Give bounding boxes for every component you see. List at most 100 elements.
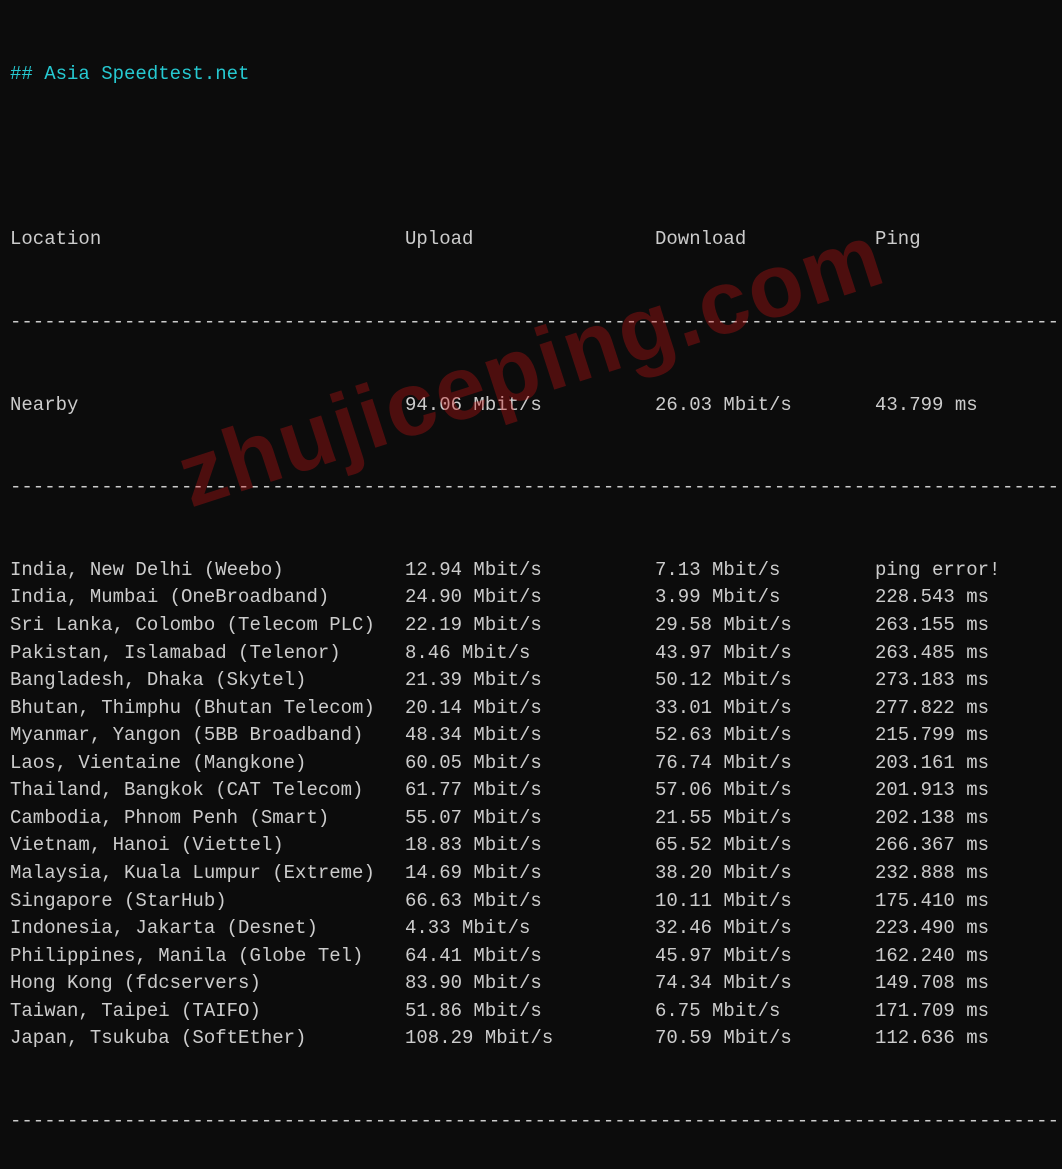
cell-location: Pakistan, Islamabad (Telenor) xyxy=(10,640,405,668)
cell-ping: 202.138 ms xyxy=(875,805,1052,833)
blank-line xyxy=(10,144,1052,172)
cell-upload: 4.33 Mbit/s xyxy=(405,915,655,943)
cell-upload: 83.90 Mbit/s xyxy=(405,970,655,998)
header-upload: Upload xyxy=(405,226,655,254)
cell-location: Hong Kong (fdcservers) xyxy=(10,970,405,998)
cell-location: Taiwan, Taipei (TAIFO) xyxy=(10,998,405,1026)
cell-location: Bangladesh, Dhaka (Skytel) xyxy=(10,667,405,695)
cell-ping: 149.708 ms xyxy=(875,970,1052,998)
header-ping: Ping xyxy=(875,226,1052,254)
table-row: Thailand, Bangkok (CAT Telecom)61.77 Mbi… xyxy=(10,777,1052,805)
cell-download: 74.34 Mbit/s xyxy=(655,970,875,998)
cell-upload: 21.39 Mbit/s xyxy=(405,667,655,695)
cell-location: Philippines, Manila (Globe Tel) xyxy=(10,943,405,971)
table-row: Hong Kong (fdcservers)83.90 Mbit/s74.34 … xyxy=(10,970,1052,998)
cell-location: India, New Delhi (Weebo) xyxy=(10,557,405,585)
cell-upload: 51.86 Mbit/s xyxy=(405,998,655,1026)
cell-download: 38.20 Mbit/s xyxy=(655,860,875,888)
cell-download: 6.75 Mbit/s xyxy=(655,998,875,1026)
cell-download: 29.58 Mbit/s xyxy=(655,612,875,640)
cell-location: Thailand, Bangkok (CAT Telecom) xyxy=(10,777,405,805)
table-row: Bangladesh, Dhaka (Skytel)21.39 Mbit/s50… xyxy=(10,667,1052,695)
divider-line: ----------------------------------------… xyxy=(10,309,1052,337)
cell-download: 3.99 Mbit/s xyxy=(655,584,875,612)
cell-ping: 171.709 ms xyxy=(875,998,1052,1026)
table-row: Sri Lanka, Colombo (Telecom PLC)22.19 Mb… xyxy=(10,612,1052,640)
cell-download: 43.97 Mbit/s xyxy=(655,640,875,668)
cell-ping: 266.367 ms xyxy=(875,832,1052,860)
table-row: Indonesia, Jakarta (Desnet)4.33 Mbit/s32… xyxy=(10,915,1052,943)
nearby-download: 26.03 Mbit/s xyxy=(655,392,875,420)
cell-upload: 20.14 Mbit/s xyxy=(405,695,655,723)
cell-ping: 223.490 ms xyxy=(875,915,1052,943)
table-row: Laos, Vientaine (Mangkone)60.05 Mbit/s76… xyxy=(10,750,1052,778)
nearby-row: Nearby 94.06 Mbit/s 26.03 Mbit/s 43.799 … xyxy=(10,392,1052,420)
cell-download: 57.06 Mbit/s xyxy=(655,777,875,805)
cell-download: 76.74 Mbit/s xyxy=(655,750,875,778)
cell-ping: 201.913 ms xyxy=(875,777,1052,805)
cell-ping: 232.888 ms xyxy=(875,860,1052,888)
table-row: Vietnam, Hanoi (Viettel)18.83 Mbit/s65.5… xyxy=(10,832,1052,860)
cell-upload: 55.07 Mbit/s xyxy=(405,805,655,833)
cell-upload: 60.05 Mbit/s xyxy=(405,750,655,778)
nearby-ping: 43.799 ms xyxy=(875,392,1052,420)
divider-line: ----------------------------------------… xyxy=(10,474,1052,502)
cell-ping: 277.822 ms xyxy=(875,695,1052,723)
table-row: Philippines, Manila (Globe Tel)64.41 Mbi… xyxy=(10,943,1052,971)
cell-upload: 8.46 Mbit/s xyxy=(405,640,655,668)
cell-ping: 112.636 ms xyxy=(875,1025,1052,1053)
cell-location: Myanmar, Yangon (5BB Broadband) xyxy=(10,722,405,750)
cell-location: Sri Lanka, Colombo (Telecom PLC) xyxy=(10,612,405,640)
cell-ping: 215.799 ms xyxy=(875,722,1052,750)
cell-location: Vietnam, Hanoi (Viettel) xyxy=(10,832,405,860)
cell-ping: 263.155 ms xyxy=(875,612,1052,640)
cell-ping: 203.161 ms xyxy=(875,750,1052,778)
cell-location: Singapore (StarHub) xyxy=(10,888,405,916)
cell-upload: 61.77 Mbit/s xyxy=(405,777,655,805)
cell-download: 7.13 Mbit/s xyxy=(655,557,875,585)
cell-download: 32.46 Mbit/s xyxy=(655,915,875,943)
header-download: Download xyxy=(655,226,875,254)
table-row: Cambodia, Phnom Penh (Smart)55.07 Mbit/s… xyxy=(10,805,1052,833)
cell-location: Laos, Vientaine (Mangkone) xyxy=(10,750,405,778)
cell-download: 10.11 Mbit/s xyxy=(655,888,875,916)
cell-ping: 228.543 ms xyxy=(875,584,1052,612)
table-row: Bhutan, Thimphu (Bhutan Telecom)20.14 Mb… xyxy=(10,695,1052,723)
cell-upload: 18.83 Mbit/s xyxy=(405,832,655,860)
header-location: Location xyxy=(10,226,405,254)
cell-upload: 108.29 Mbit/s xyxy=(405,1025,655,1053)
cell-location: Cambodia, Phnom Penh (Smart) xyxy=(10,805,405,833)
cell-download: 33.01 Mbit/s xyxy=(655,695,875,723)
header-row: Location Upload Download Ping xyxy=(10,226,1052,254)
nearby-location: Nearby xyxy=(10,392,405,420)
cell-ping: ping error! xyxy=(875,557,1052,585)
cell-location: Malaysia, Kuala Lumpur (Extreme) xyxy=(10,860,405,888)
cell-download: 21.55 Mbit/s xyxy=(655,805,875,833)
cell-download: 52.63 Mbit/s xyxy=(655,722,875,750)
cell-ping: 263.485 ms xyxy=(875,640,1052,668)
cell-upload: 24.90 Mbit/s xyxy=(405,584,655,612)
cell-download: 65.52 Mbit/s xyxy=(655,832,875,860)
cell-location: Indonesia, Jakarta (Desnet) xyxy=(10,915,405,943)
table-row: Malaysia, Kuala Lumpur (Extreme)14.69 Mb… xyxy=(10,860,1052,888)
cell-ping: 273.183 ms xyxy=(875,667,1052,695)
table-row: Japan, Tsukuba (SoftEther)108.29 Mbit/s7… xyxy=(10,1025,1052,1053)
divider-line: ----------------------------------------… xyxy=(10,1108,1052,1136)
cell-download: 70.59 Mbit/s xyxy=(655,1025,875,1053)
cell-upload: 12.94 Mbit/s xyxy=(405,557,655,585)
cell-ping: 175.410 ms xyxy=(875,888,1052,916)
cell-upload: 22.19 Mbit/s xyxy=(405,612,655,640)
table-row: Myanmar, Yangon (5BB Broadband)48.34 Mbi… xyxy=(10,722,1052,750)
nearby-upload: 94.06 Mbit/s xyxy=(405,392,655,420)
cell-upload: 14.69 Mbit/s xyxy=(405,860,655,888)
cell-ping: 162.240 ms xyxy=(875,943,1052,971)
table-row: India, New Delhi (Weebo)12.94 Mbit/s7.13… xyxy=(10,557,1052,585)
results-body: India, New Delhi (Weebo)12.94 Mbit/s7.13… xyxy=(10,557,1052,1053)
cell-download: 50.12 Mbit/s xyxy=(655,667,875,695)
table-row: Singapore (StarHub)66.63 Mbit/s10.11 Mbi… xyxy=(10,888,1052,916)
cell-download: 45.97 Mbit/s xyxy=(655,943,875,971)
cell-upload: 66.63 Mbit/s xyxy=(405,888,655,916)
terminal-output: ## Asia Speedtest.net Location Upload Do… xyxy=(0,0,1062,1169)
cell-upload: 64.41 Mbit/s xyxy=(405,943,655,971)
cell-location: Bhutan, Thimphu (Bhutan Telecom) xyxy=(10,695,405,723)
